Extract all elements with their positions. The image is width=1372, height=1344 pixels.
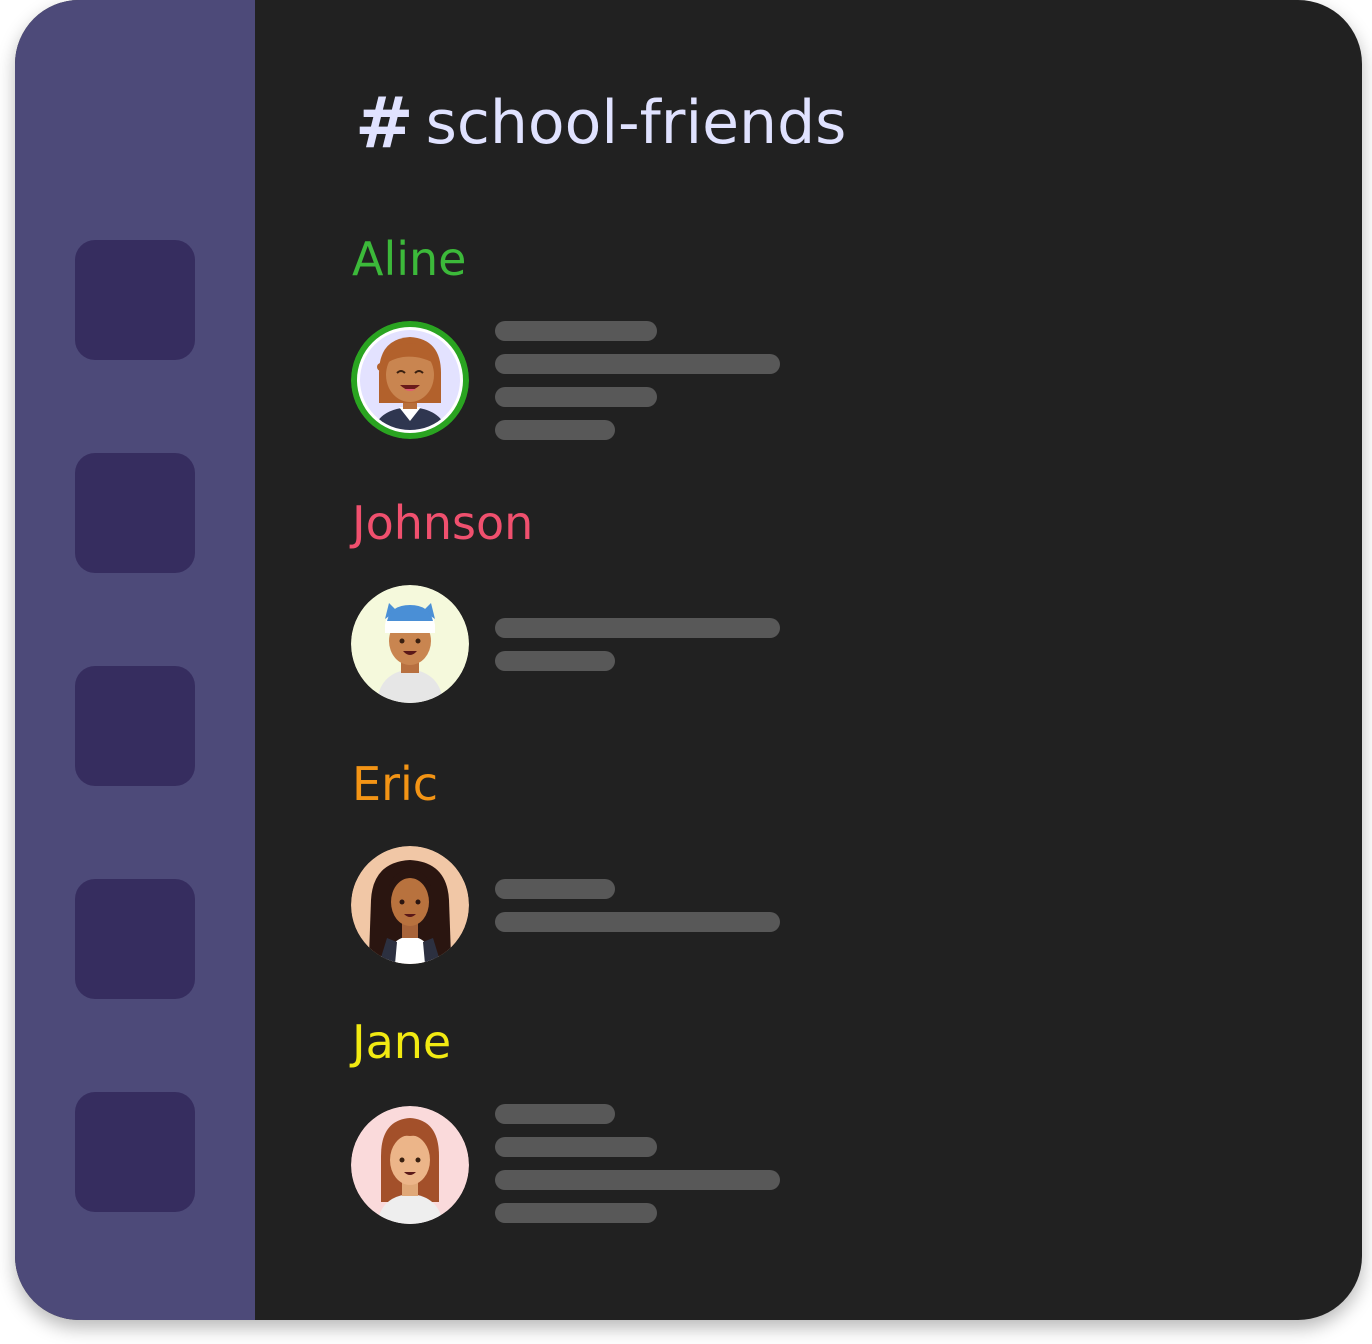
- message-line: [495, 1104, 615, 1124]
- server-icon-1[interactable]: [75, 240, 195, 360]
- channel-header: # school-friends: [355, 78, 846, 168]
- aline-avatar-icon[interactable]: [351, 321, 469, 439]
- message-line: [495, 879, 615, 899]
- eric-avatar-icon[interactable]: [351, 846, 469, 964]
- server-icon-3[interactable]: [75, 666, 195, 786]
- message-line: [495, 387, 657, 407]
- jane-avatar-icon[interactable]: [351, 1106, 469, 1224]
- author-name-johnson[interactable]: Johnson: [352, 500, 533, 546]
- hash-icon: #: [355, 82, 414, 164]
- message-line: [495, 420, 615, 440]
- author-name-jane[interactable]: Jane: [352, 1019, 451, 1065]
- message-line: [495, 1170, 780, 1190]
- server-sidebar: [15, 0, 255, 1320]
- message-line: [495, 618, 780, 638]
- message-line: [495, 1203, 657, 1223]
- message-line: [495, 321, 657, 341]
- server-icon-5[interactable]: [75, 1092, 195, 1212]
- chat-window: # school-friends Aline Johnson Eric Jane: [15, 0, 1362, 1320]
- message-line: [495, 912, 780, 932]
- message-line: [495, 651, 615, 671]
- server-icon-2[interactable]: [75, 453, 195, 573]
- johnson-avatar-icon[interactable]: [351, 585, 469, 703]
- author-name-eric[interactable]: Eric: [352, 761, 438, 807]
- channel-name: school-friends: [425, 88, 847, 158]
- message-line: [495, 1137, 657, 1157]
- server-icon-4[interactable]: [75, 879, 195, 999]
- message-line: [495, 354, 780, 374]
- author-name-aline[interactable]: Aline: [352, 236, 466, 282]
